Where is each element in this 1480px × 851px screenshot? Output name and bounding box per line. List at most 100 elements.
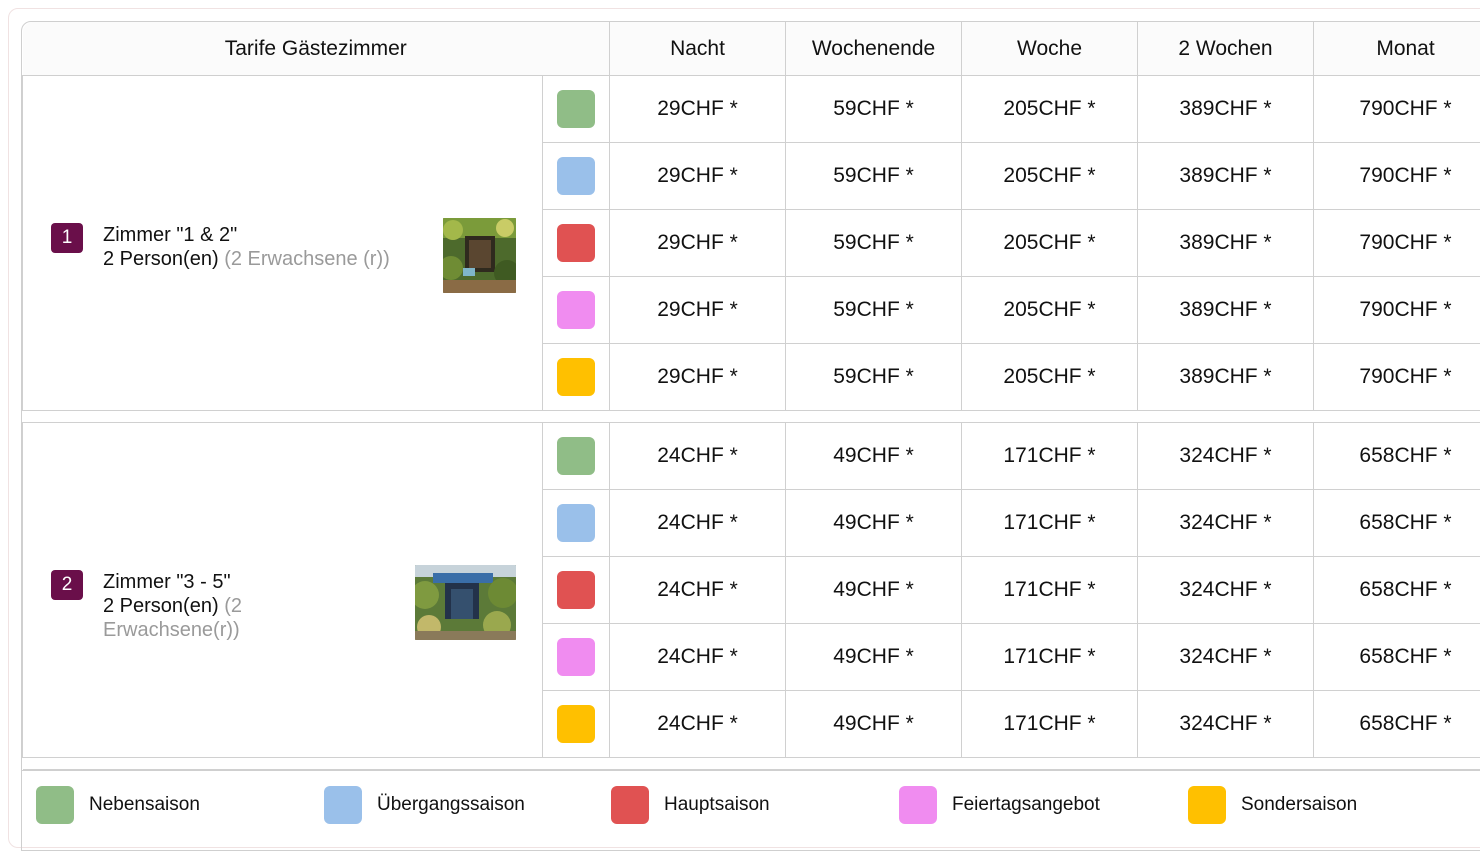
legend-item: Übergangssaison bbox=[324, 785, 525, 825]
header-week: Woche bbox=[962, 22, 1138, 76]
price-week: 205CHF * bbox=[962, 143, 1138, 210]
price-month: 658CHF * bbox=[1314, 557, 1480, 624]
price-week: 205CHF * bbox=[962, 344, 1138, 411]
price-weekend: 59CHF * bbox=[786, 344, 962, 411]
price-month: 658CHF * bbox=[1314, 423, 1480, 490]
season-legend: Nebensaison Übergangssaison Hauptsaison … bbox=[22, 770, 1480, 851]
season-cell bbox=[543, 210, 610, 277]
room-persons-line: 2 Person(en) (2 Erwachsene (r)) bbox=[103, 247, 403, 271]
price-month: 658CHF * bbox=[1314, 691, 1480, 758]
legend-label: Nebensaison bbox=[89, 794, 200, 816]
room-name: Zimmer "3 - 5" bbox=[103, 570, 363, 594]
price-week: 171CHF * bbox=[962, 624, 1138, 691]
price-month: 790CHF * bbox=[1314, 277, 1480, 344]
room-info: Zimmer "3 - 5" 2 Person(en) (2 Erwachsen… bbox=[103, 570, 363, 642]
feiertagsangebot-swatch bbox=[557, 291, 595, 329]
price-night: 24CHF * bbox=[610, 624, 786, 691]
header-month: Monat bbox=[1314, 22, 1480, 76]
room-photo[interactable] bbox=[443, 218, 516, 293]
season-cell bbox=[543, 557, 610, 624]
season-cell bbox=[543, 344, 610, 411]
room-number-badge: 2 bbox=[51, 570, 83, 600]
price-month: 790CHF * bbox=[1314, 344, 1480, 411]
season-cell bbox=[543, 143, 610, 210]
price-two-weeks: 324CHF * bbox=[1138, 624, 1314, 691]
price-weekend: 59CHF * bbox=[786, 143, 962, 210]
sondersaison-swatch bbox=[557, 358, 595, 396]
room-occupancy: (2 Erwachsene (r)) bbox=[224, 248, 390, 270]
room-photo[interactable] bbox=[415, 565, 516, 640]
legend-label: Hauptsaison bbox=[664, 794, 770, 816]
nebensaison-swatch bbox=[36, 786, 74, 824]
legend-item: Feiertagsangebot bbox=[899, 785, 1100, 825]
legend-label: Sondersaison bbox=[1241, 794, 1357, 816]
price-month: 790CHF * bbox=[1314, 210, 1480, 277]
row-spacer bbox=[23, 758, 1480, 770]
price-weekend: 59CHF * bbox=[786, 277, 962, 344]
season-cell bbox=[543, 277, 610, 344]
price-week: 171CHF * bbox=[962, 490, 1138, 557]
price-night: 24CHF * bbox=[610, 423, 786, 490]
price-night: 29CHF * bbox=[610, 344, 786, 411]
feiertagsangebot-swatch bbox=[557, 638, 595, 676]
price-two-weeks: 389CHF * bbox=[1138, 143, 1314, 210]
legend-label: Feiertagsangebot bbox=[952, 794, 1100, 816]
hauptsaison-swatch bbox=[611, 786, 649, 824]
price-month: 658CHF * bbox=[1314, 624, 1480, 691]
price-weekend: 49CHF * bbox=[786, 691, 962, 758]
table-header-row: Tarife Gästezimmer Nacht Wochenende Woch… bbox=[23, 22, 1480, 76]
price-two-weeks: 389CHF * bbox=[1138, 277, 1314, 344]
legend-item: Sondersaison bbox=[1188, 785, 1357, 825]
price-two-weeks: 389CHF * bbox=[1138, 344, 1314, 411]
header-weekend: Wochenende bbox=[786, 22, 962, 76]
legend-item: Hauptsaison bbox=[611, 785, 770, 825]
table-row: 2 Zimmer "3 - 5" 2 Person(en) (2 Erwachs… bbox=[23, 423, 1480, 490]
header-two-weeks: 2 Wochen bbox=[1138, 22, 1314, 76]
uebergangssaison-swatch bbox=[557, 504, 595, 542]
hauptsaison-swatch bbox=[557, 571, 595, 609]
price-two-weeks: 324CHF * bbox=[1138, 490, 1314, 557]
price-two-weeks: 324CHF * bbox=[1138, 691, 1314, 758]
legend-label: Übergangssaison bbox=[377, 794, 525, 816]
room-name: Zimmer "1 & 2" bbox=[103, 223, 403, 247]
sondersaison-swatch bbox=[557, 705, 595, 743]
price-weekend: 49CHF * bbox=[786, 490, 962, 557]
room-persons: 2 Person(en) bbox=[103, 248, 219, 270]
price-night: 24CHF * bbox=[610, 691, 786, 758]
price-month: 658CHF * bbox=[1314, 490, 1480, 557]
table-row: 1 Zimmer "1 & 2" 2 Person(en) (2 Erwachs… bbox=[23, 76, 1480, 143]
uebergangssaison-swatch bbox=[324, 786, 362, 824]
season-cell bbox=[543, 423, 610, 490]
season-cell bbox=[543, 490, 610, 557]
price-weekend: 49CHF * bbox=[786, 423, 962, 490]
uebergangssaison-swatch bbox=[557, 157, 595, 195]
legend-item: Nebensaison bbox=[36, 785, 200, 825]
nebensaison-swatch bbox=[557, 90, 595, 128]
season-cell bbox=[543, 624, 610, 691]
price-month: 790CHF * bbox=[1314, 76, 1480, 143]
price-week: 205CHF * bbox=[962, 277, 1138, 344]
row-spacer bbox=[23, 411, 1480, 423]
rates-table: Tarife Gästezimmer Nacht Wochenende Woch… bbox=[22, 22, 1480, 770]
room-cell: 1 Zimmer "1 & 2" 2 Person(en) (2 Erwachs… bbox=[23, 76, 543, 411]
price-month: 790CHF * bbox=[1314, 143, 1480, 210]
room-persons-line: 2 Person(en) (2 Erwachsene(r)) bbox=[103, 594, 363, 642]
price-night: 29CHF * bbox=[610, 76, 786, 143]
price-two-weeks: 389CHF * bbox=[1138, 76, 1314, 143]
price-week: 205CHF * bbox=[962, 76, 1138, 143]
price-night: 24CHF * bbox=[610, 557, 786, 624]
price-week: 171CHF * bbox=[962, 691, 1138, 758]
price-two-weeks: 389CHF * bbox=[1138, 210, 1314, 277]
price-two-weeks: 324CHF * bbox=[1138, 423, 1314, 490]
price-night: 29CHF * bbox=[610, 277, 786, 344]
room-persons: 2 Person(en) bbox=[103, 595, 219, 617]
price-night: 29CHF * bbox=[610, 210, 786, 277]
price-night: 24CHF * bbox=[610, 490, 786, 557]
price-night: 29CHF * bbox=[610, 143, 786, 210]
season-cell bbox=[543, 691, 610, 758]
room-number-badge: 1 bbox=[51, 223, 83, 253]
header-night: Nacht bbox=[610, 22, 786, 76]
price-two-weeks: 324CHF * bbox=[1138, 557, 1314, 624]
room-cell: 2 Zimmer "3 - 5" 2 Person(en) (2 Erwachs… bbox=[23, 423, 543, 758]
season-cell bbox=[543, 76, 610, 143]
